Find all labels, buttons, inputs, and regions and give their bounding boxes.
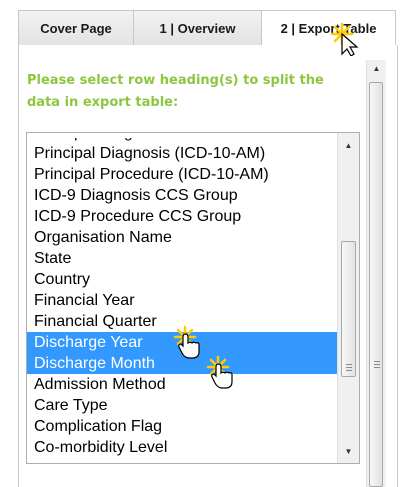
- scroll-down-arrow-icon[interactable]: ▼: [338, 445, 359, 459]
- listbox-items: Principal Diagnosis Year Principal Diagn…: [27, 138, 338, 458]
- tab-cover-page[interactable]: Cover Page: [18, 10, 134, 45]
- list-item[interactable]: Complication Flag: [27, 416, 338, 437]
- panel-scroll-thumb[interactable]: [369, 82, 383, 487]
- tab-overview[interactable]: 1 | Overview: [134, 10, 262, 45]
- scroll-up-arrow-icon[interactable]: ▲: [338, 139, 359, 153]
- export-table-window: Cover Page 1 | Overview 2 | Export Table…: [0, 0, 405, 487]
- list-item[interactable]: Principal Diagnosis (ICD-10-AM): [27, 143, 338, 164]
- list-item[interactable]: ICD-9 Diagnosis CCS Group: [27, 185, 338, 206]
- list-item[interactable]: Financial Quarter: [27, 311, 338, 332]
- list-item[interactable]: Principal Procedure (ICD-10-AM): [27, 164, 338, 185]
- list-item[interactable]: Admission Method: [27, 374, 338, 395]
- list-item[interactable]: State: [27, 248, 338, 269]
- panel-scrollbar[interactable]: ▲: [366, 60, 386, 487]
- tab-strip: Cover Page 1 | Overview 2 | Export Table: [18, 10, 396, 45]
- list-item[interactable]: Care Type: [27, 395, 338, 416]
- list-item-selected[interactable]: Discharge Month: [27, 353, 338, 374]
- list-item[interactable]: Co-morbidity Level: [27, 437, 338, 458]
- grip-icon: [374, 361, 380, 368]
- listbox-scrollbar[interactable]: ▲ ▼: [337, 133, 359, 463]
- list-item[interactable]: Financial Year: [27, 290, 338, 311]
- list-item[interactable]: ICD-9 Procedure CCS Group: [27, 206, 338, 227]
- listbox-scroll-thumb[interactable]: [341, 241, 356, 377]
- row-heading-prompt: Please select row heading(s) to split th…: [27, 73, 324, 110]
- list-item[interactable]: Country: [27, 269, 338, 290]
- list-item-selected[interactable]: Discharge Year: [27, 332, 338, 353]
- row-heading-listbox[interactable]: Principal Diagnosis Year Principal Diagn…: [26, 132, 360, 464]
- tab-export-table[interactable]: 2 | Export Table: [262, 10, 396, 45]
- list-item[interactable]: Organisation Name: [27, 227, 338, 248]
- grip-icon: [346, 364, 352, 371]
- scroll-up-arrow-icon[interactable]: ▲: [367, 62, 386, 76]
